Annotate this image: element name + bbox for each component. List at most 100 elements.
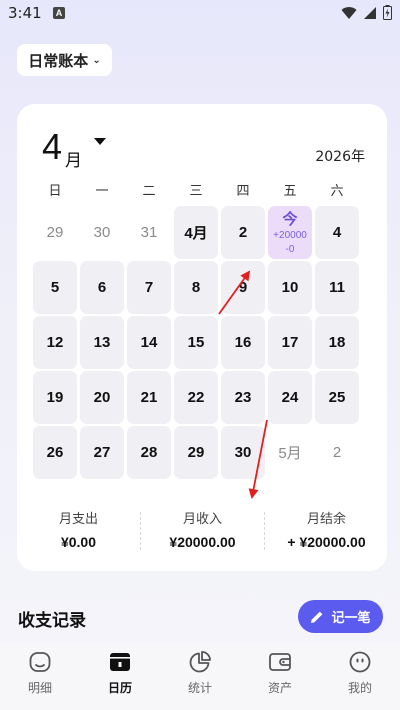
- summary-income: 月收入 ¥20000.00: [141, 508, 264, 550]
- day-cell[interactable]: 10: [268, 261, 312, 314]
- day-label: 11: [329, 279, 345, 296]
- day-cell-today[interactable]: 今 +20000 -0: [268, 206, 312, 259]
- day-cell[interactable]: 6: [80, 261, 124, 314]
- day-label: 27: [93, 444, 111, 461]
- balance-value: + ¥20000.00: [287, 534, 366, 550]
- weekday-label: 一: [95, 184, 109, 199]
- day-cell[interactable]: 17: [268, 316, 312, 369]
- day-label: 28: [140, 444, 158, 461]
- day-label: 今: [282, 210, 298, 228]
- pencil-icon: [311, 611, 323, 623]
- day-cell[interactable]: 30: [80, 206, 124, 259]
- calendar-icon: [110, 653, 130, 671]
- day-cell[interactable]: 16: [221, 316, 265, 369]
- day-cell[interactable]: 7: [127, 261, 171, 314]
- day-cell[interactable]: 4月: [174, 206, 218, 259]
- day-label: 18: [328, 334, 346, 351]
- day-cell[interactable]: 11: [315, 261, 359, 314]
- day-cell[interactable]: 22: [174, 371, 218, 424]
- day-label: 8: [191, 279, 201, 296]
- day-label: 25: [328, 389, 346, 406]
- wallet-icon: [269, 653, 291, 671]
- day-cell[interactable]: 14: [127, 316, 171, 369]
- day-cell[interactable]: 29: [174, 426, 218, 479]
- day-label: 19: [46, 389, 64, 406]
- day-cell[interactable]: 24: [268, 371, 312, 424]
- summary-expense: 月支出 ¥0.00: [17, 508, 140, 550]
- month-unit: 月: [65, 151, 82, 171]
- profile-face-icon: [349, 651, 371, 673]
- expense-label: 月支出: [58, 512, 98, 527]
- day-cell[interactable]: 31: [127, 206, 171, 259]
- book-name: 日常账本: [28, 51, 89, 70]
- day-cell[interactable]: 13: [80, 316, 124, 369]
- signal-icon: [364, 6, 376, 19]
- book-selector[interactable]: 日常账本 ⌄: [17, 44, 112, 76]
- battery-icon: [383, 5, 392, 20]
- day-label: 2: [332, 444, 342, 461]
- day-cell[interactable]: 5月: [268, 426, 312, 479]
- nav-label: 统计: [187, 681, 212, 695]
- day-cell[interactable]: 23: [221, 371, 265, 424]
- day-cell[interactable]: 19: [33, 371, 77, 424]
- nav-item-assets[interactable]: 资产: [250, 650, 310, 696]
- income-label: 月收入: [182, 512, 222, 527]
- nav-label: 资产: [267, 681, 292, 695]
- day-cell[interactable]: 28: [127, 426, 171, 479]
- add-record-label: 记一笔: [331, 611, 371, 626]
- nav-item-stats[interactable]: 统计: [170, 650, 230, 696]
- chevron-down-icon: ⌄: [92, 54, 101, 66]
- day-cell[interactable]: 5: [33, 261, 77, 314]
- status-time: 3:41: [8, 4, 42, 22]
- day-label: 2: [238, 224, 248, 241]
- day-cell[interactable]: 29: [33, 206, 77, 259]
- day-cell[interactable]: 8: [174, 261, 218, 314]
- wifi-icon: [341, 6, 357, 19]
- summary-balance: 月结余 + ¥20000.00: [265, 508, 388, 550]
- nav-item-details[interactable]: 明细: [10, 650, 70, 696]
- balance-label: 月结余: [306, 512, 346, 527]
- day-label: 5: [50, 279, 60, 296]
- weekday-label: 四: [236, 184, 250, 199]
- add-record-button[interactable]: 记一笔: [298, 600, 383, 633]
- day-label: 24: [281, 389, 299, 406]
- status-bar: 3:41 A: [0, 0, 400, 28]
- day-cell[interactable]: 2: [221, 206, 265, 259]
- nav-item-calendar[interactable]: 日历: [90, 650, 150, 696]
- day-cell[interactable]: 25: [315, 371, 359, 424]
- day-cell[interactable]: 21: [127, 371, 171, 424]
- day-label: 4: [332, 224, 342, 241]
- day-label: 16: [234, 334, 252, 351]
- status-icons: [341, 5, 392, 20]
- day-label: 13: [93, 334, 111, 351]
- day-cell[interactable]: 4: [315, 206, 359, 259]
- nav-item-profile[interactable]: 我的: [330, 650, 390, 696]
- day-label: 4月: [184, 225, 208, 242]
- calendar-card: 4 月 2026年 日一二三四五六 29 30 31 4月 2 今 +20000 -0 4 5 6…: [17, 104, 387, 571]
- day-label: 20: [93, 389, 111, 406]
- day-cell[interactable]: 26: [33, 426, 77, 479]
- day-cell[interactable]: 15: [174, 316, 218, 369]
- day-cell[interactable]: 9: [221, 261, 265, 314]
- bottom-nav: 明细 日历 统计 资产 我的: [0, 642, 400, 710]
- day-label: 26: [46, 444, 64, 461]
- day-cell[interactable]: 18: [315, 316, 359, 369]
- day-cell[interactable]: 20: [80, 371, 124, 424]
- weekday-label: 二: [142, 184, 156, 199]
- nav-label: 日历: [107, 681, 132, 695]
- month-number[interactable]: 4: [42, 126, 62, 168]
- income-value: ¥20000.00: [169, 534, 236, 550]
- day-label: 21: [140, 389, 158, 406]
- expense-value: ¥0.00: [60, 534, 97, 550]
- day-cell[interactable]: 2: [315, 426, 359, 479]
- weekday-label: 五: [283, 184, 297, 199]
- day-cell[interactable]: 30: [221, 426, 265, 479]
- day-label: 5月: [278, 445, 302, 462]
- notification-a-icon: A: [53, 7, 65, 19]
- month-dropdown-icon[interactable]: [94, 138, 106, 145]
- day-cell[interactable]: 12: [33, 316, 77, 369]
- day-label: 7: [144, 279, 154, 296]
- day-label: 30: [234, 444, 252, 461]
- day-label: 29: [46, 224, 64, 241]
- day-cell[interactable]: 27: [80, 426, 124, 479]
